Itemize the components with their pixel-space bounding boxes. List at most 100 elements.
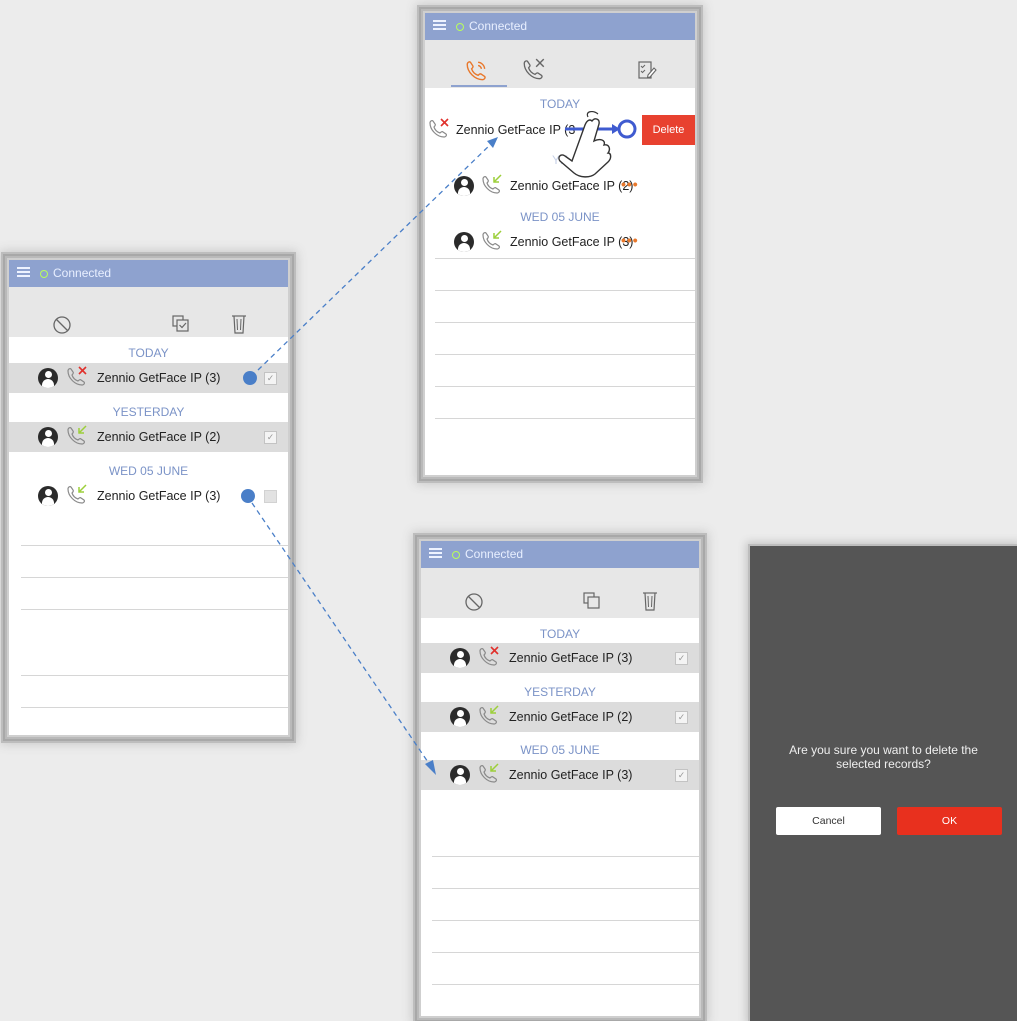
hamburger-menu-icon[interactable] bbox=[433, 20, 446, 32]
row-checkbox-checked[interactable]: ✓ bbox=[675, 769, 688, 782]
ok-button[interactable]: OK bbox=[897, 807, 1002, 835]
call-row[interactable]: Zennio GetFace IP (3) bbox=[9, 481, 288, 511]
divider bbox=[21, 707, 288, 708]
connection-status: Connected bbox=[53, 266, 112, 280]
divider bbox=[21, 609, 288, 610]
status-bar: Connected bbox=[9, 260, 288, 287]
missed-call-icon bbox=[67, 366, 87, 386]
hamburger-menu-icon[interactable] bbox=[17, 267, 30, 279]
avatar bbox=[38, 368, 58, 388]
select-all-icon[interactable] bbox=[171, 314, 191, 334]
incoming-call-icon bbox=[67, 425, 87, 445]
missed-calls-tab-icon[interactable] bbox=[464, 59, 490, 83]
section-today: TODAY bbox=[128, 346, 169, 360]
call-row-selected[interactable]: Zennio GetFace IP (3) ✓ bbox=[421, 643, 699, 673]
section-yesterday: YESTERDAY bbox=[524, 685, 596, 699]
divider bbox=[432, 888, 699, 889]
divider bbox=[435, 290, 695, 291]
incoming-call-icon bbox=[482, 174, 502, 194]
call-row-selected[interactable]: Zennio GetFace IP (3) ✓ bbox=[421, 760, 699, 790]
row-checkbox-checked[interactable]: ✓ bbox=[264, 431, 277, 444]
edit-list-icon[interactable] bbox=[637, 60, 657, 80]
avatar bbox=[454, 176, 474, 196]
connection-status: Connected bbox=[469, 19, 528, 33]
divider bbox=[435, 354, 695, 355]
cancel-button[interactable]: Cancel bbox=[776, 807, 881, 835]
connection-dot-icon bbox=[40, 270, 48, 278]
connection-dot-icon bbox=[456, 23, 464, 31]
divider bbox=[435, 418, 695, 419]
contact-name: Zennio GetFace IP (3) bbox=[97, 371, 221, 385]
history-toolbar bbox=[425, 40, 695, 88]
divider bbox=[432, 984, 699, 985]
incoming-call-icon bbox=[482, 230, 502, 250]
contact-name: Zennio GetFace IP (3) bbox=[510, 235, 634, 249]
dialog-message-line: selected records? bbox=[836, 757, 931, 771]
touch-point-marker bbox=[243, 371, 257, 385]
contact-name: Zennio GetFace IP (3) bbox=[509, 768, 633, 782]
active-tab-underline bbox=[451, 85, 507, 87]
all-calls-tab-icon[interactable] bbox=[521, 58, 547, 82]
divider bbox=[432, 920, 699, 921]
edit-toolbar bbox=[9, 287, 288, 337]
missed-call-icon bbox=[479, 646, 499, 666]
edit-toolbar bbox=[421, 568, 699, 618]
incoming-call-icon bbox=[479, 763, 499, 783]
cancel-selection-icon[interactable] bbox=[464, 592, 484, 612]
row-checkbox-checked[interactable]: ✓ bbox=[264, 372, 277, 385]
hamburger-menu-icon[interactable] bbox=[429, 548, 442, 560]
divider bbox=[21, 577, 288, 578]
swipe-gesture-icon bbox=[558, 111, 637, 178]
row-checkbox-checked[interactable]: ✓ bbox=[675, 652, 688, 665]
incoming-call-icon bbox=[479, 705, 499, 725]
avatar bbox=[450, 707, 470, 727]
trash-icon[interactable] bbox=[230, 313, 248, 335]
contact-name: Zennio GetFace IP (3) bbox=[509, 651, 633, 665]
divider bbox=[435, 322, 695, 323]
section-today: TODAY bbox=[539, 627, 581, 641]
dialog-message-line: Are you sure you want to delete the bbox=[789, 743, 978, 757]
phone-screen-edit-mode: Connected TODAY Zennio GetFace IP (3) ✓ … bbox=[9, 260, 288, 735]
divider bbox=[21, 675, 288, 676]
contact-name: Zennio GetFace IP (2) bbox=[510, 179, 634, 193]
divider bbox=[432, 952, 699, 953]
call-row-selected[interactable]: Zennio GetFace IP (2) ✓ bbox=[9, 422, 288, 452]
missed-call-icon bbox=[429, 118, 449, 138]
incoming-call-icon bbox=[67, 484, 87, 504]
dialog-message: Are you sure you want to delete the sele… bbox=[750, 743, 1017, 771]
avatar bbox=[450, 765, 470, 785]
call-row-selected[interactable]: Zennio GetFace IP (2) ✓ bbox=[421, 702, 699, 732]
section-wed: WED 05 JUNE bbox=[520, 210, 600, 224]
divider bbox=[21, 545, 288, 546]
connection-dot-icon bbox=[452, 551, 460, 559]
contact-name: Zennio GetFace IP (2) bbox=[97, 430, 221, 444]
status-bar: Connected bbox=[425, 13, 695, 40]
cancel-selection-icon[interactable] bbox=[52, 315, 72, 335]
avatar bbox=[450, 648, 470, 668]
contact-name: Zennio GetFace IP (3) bbox=[97, 489, 221, 503]
section-wed: WED 05 JUNE bbox=[520, 743, 600, 757]
section-today: TODAY bbox=[539, 97, 581, 111]
divider bbox=[432, 856, 699, 857]
status-bar: Connected bbox=[421, 541, 699, 568]
more-options-icon[interactable]: ••• bbox=[621, 232, 639, 248]
section-yesterday: YESTERDAY bbox=[112, 405, 185, 419]
connection-status: Connected bbox=[465, 547, 524, 561]
divider bbox=[435, 258, 695, 259]
trash-icon[interactable] bbox=[641, 590, 659, 612]
select-all-icon[interactable] bbox=[582, 591, 602, 611]
avatar bbox=[454, 232, 474, 252]
divider bbox=[435, 386, 695, 387]
delete-button[interactable]: Delete bbox=[642, 115, 695, 145]
phone-screen-all-selected: Connected TODAY Zennio GetFace IP (3) ✓ … bbox=[421, 541, 699, 1016]
call-row-selected[interactable]: Zennio GetFace IP (3) ✓ bbox=[9, 363, 288, 393]
call-row[interactable]: Zennio GetFace IP (3) ••• bbox=[425, 227, 695, 257]
row-checkbox-unchecked[interactable] bbox=[264, 490, 277, 503]
avatar bbox=[38, 486, 58, 506]
avatar bbox=[38, 427, 58, 447]
section-wed: WED 05 JUNE bbox=[108, 464, 189, 478]
delete-confirmation-dialog: Are you sure you want to delete the sele… bbox=[750, 546, 1017, 1021]
phone-screen-swipe-delete: Connected TODAY Zennio GetFace IP (3 Del… bbox=[425, 13, 695, 475]
touch-point-marker bbox=[241, 489, 255, 503]
row-checkbox-checked[interactable]: ✓ bbox=[675, 711, 688, 724]
